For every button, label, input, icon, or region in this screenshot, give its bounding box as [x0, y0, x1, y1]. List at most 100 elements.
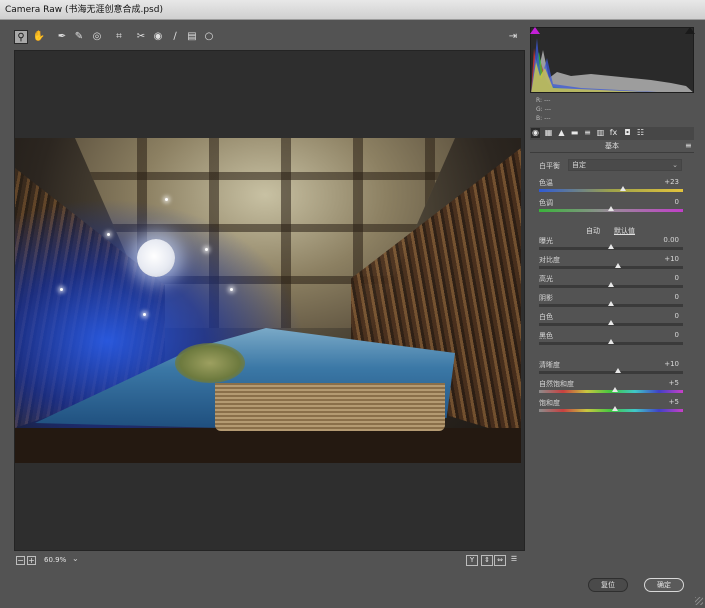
star-graphic: [107, 233, 110, 236]
slider-label: 清晰度: [539, 361, 560, 369]
whites-slider[interactable]: 白色 0: [539, 312, 683, 332]
open-preferences-icon[interactable]: ⇥: [506, 30, 520, 44]
radial-filter-tool-icon[interactable]: ○: [202, 30, 216, 44]
saturation-slider[interactable]: 饱和度 +5: [539, 398, 683, 418]
slider-value[interactable]: 0: [675, 331, 679, 339]
split-toning-tab-icon[interactable]: ≡: [583, 128, 592, 138]
slider-thumb[interactable]: [608, 244, 614, 249]
copy-settings-button[interactable]: ⇔: [494, 555, 506, 566]
preview-image: [15, 138, 521, 463]
red-eye-tool-icon[interactable]: ◉: [151, 30, 165, 44]
chevron-down-icon: ⌄: [672, 161, 678, 169]
zoom-level[interactable]: 60.9%: [44, 556, 66, 564]
before-after-toggle[interactable]: Y: [466, 555, 478, 566]
slider-thumb[interactable]: [608, 320, 614, 325]
g-value: ---: [544, 106, 552, 113]
star-graphic: [205, 248, 208, 251]
slider-thumb[interactable]: [608, 282, 614, 287]
slider-thumb[interactable]: [615, 263, 622, 268]
color-sampler-tool-icon[interactable]: ✎: [72, 30, 86, 44]
white-balance-tool-icon[interactable]: ✒: [55, 30, 69, 44]
detail-tab-icon[interactable]: ▲: [557, 128, 566, 138]
g-label: G:: [536, 106, 543, 113]
white-balance-value: 自定: [572, 161, 586, 169]
white-balance-select[interactable]: 自定 ⌄: [568, 159, 682, 171]
resize-grip[interactable]: [695, 597, 703, 605]
vibrance-slider[interactable]: 自然饱和度 +5: [539, 379, 683, 399]
b-value: ---: [544, 115, 551, 122]
book-pages-graphic: [215, 383, 445, 431]
blacks-slider[interactable]: 黑色 0: [539, 331, 683, 351]
slider-value[interactable]: 0: [675, 312, 679, 320]
slider-value[interactable]: +5: [669, 398, 679, 406]
contrast-slider[interactable]: 对比度 +10: [539, 255, 683, 275]
panel-tabs: ◉ ▦ ▲ ▬ ≡ ▥ fx ◘ ☷: [530, 127, 694, 140]
rgb-readout: R: --- G: --- B: ---: [536, 96, 551, 123]
spot-removal-tool-icon[interactable]: ✂: [134, 30, 148, 44]
slider-label: 黑色: [539, 332, 553, 340]
slider-track[interactable]: [539, 189, 683, 192]
slider-thumb[interactable]: [619, 186, 626, 191]
slider-label: 饱和度: [539, 399, 560, 407]
crop-tool-icon[interactable]: ⌗: [112, 30, 126, 44]
slider-value[interactable]: 0: [675, 274, 679, 282]
tint-slider[interactable]: 色调 0: [539, 198, 683, 218]
shadow-clipping-warning[interactable]: [530, 27, 540, 34]
slider-value[interactable]: +10: [664, 255, 679, 263]
exposure-slider[interactable]: 曝光 0.00: [539, 236, 683, 256]
slider-thumb[interactable]: [608, 301, 614, 306]
slider-label: 色温: [539, 179, 553, 187]
slider-track[interactable]: [539, 266, 683, 269]
window-title: Camera Raw (书海无涯创意合成.psd): [0, 0, 705, 20]
slider-value[interactable]: +10: [664, 360, 679, 368]
shadows-slider[interactable]: 阴影 0: [539, 293, 683, 313]
highlight-clipping-warning[interactable]: [685, 27, 695, 34]
auto-link[interactable]: 自动: [586, 226, 600, 236]
slider-thumb[interactable]: [611, 406, 618, 411]
slider-value[interactable]: +23: [664, 178, 679, 186]
tool-bar: ⚲ ✋ ✒ ✎ ◎ ⌗ ✂ ◉ ∕ ▤ ○ ⇥: [12, 28, 525, 48]
b-label: B:: [536, 115, 543, 122]
chevron-down-icon[interactable]: ⌄: [72, 554, 79, 563]
slider-thumb[interactable]: [608, 206, 614, 211]
table-graphic: [15, 428, 521, 463]
effects-tab-icon[interactable]: fx: [609, 128, 618, 138]
hsl-tab-icon[interactable]: ▬: [570, 128, 579, 138]
graduated-filter-tool-icon[interactable]: ▤: [185, 30, 199, 44]
star-graphic: [230, 288, 233, 291]
basic-tab-icon[interactable]: ◉: [531, 128, 540, 138]
white-balance-label: 白平衡: [539, 162, 560, 170]
histogram: [530, 27, 694, 93]
zoom-out-button[interactable]: −: [16, 556, 25, 565]
clarity-slider[interactable]: 清晰度 +10: [539, 360, 683, 380]
slider-track[interactable]: [539, 371, 683, 374]
slider-thumb[interactable]: [615, 368, 622, 373]
camera-calibration-tab-icon[interactable]: ◘: [623, 128, 632, 138]
presets-tab-icon[interactable]: ☷: [636, 128, 645, 138]
swap-settings-button[interactable]: ⇕: [481, 555, 493, 566]
ok-button[interactable]: 确定: [644, 578, 684, 592]
temperature-slider[interactable]: 色温 +23: [539, 178, 683, 198]
default-link[interactable]: 默认值: [614, 226, 635, 236]
zoom-tool-icon[interactable]: ⚲: [14, 30, 28, 44]
zoom-in-button[interactable]: +: [27, 556, 36, 565]
targeted-adjustment-tool-icon[interactable]: ◎: [90, 30, 104, 44]
slider-value[interactable]: +5: [669, 379, 679, 387]
adjustment-brush-tool-icon[interactable]: ∕: [168, 30, 182, 44]
highlights-slider[interactable]: 高光 0: [539, 274, 683, 294]
island-graphic: [175, 343, 245, 383]
reset-button[interactable]: 复位: [588, 578, 628, 592]
tone-curve-tab-icon[interactable]: ▦: [544, 128, 553, 138]
slider-label: 白色: [539, 313, 553, 321]
slider-value[interactable]: 0: [675, 293, 679, 301]
slider-thumb[interactable]: [608, 339, 614, 344]
panel-menu-icon[interactable]: ≡: [685, 141, 692, 150]
lens-corrections-tab-icon[interactable]: ▥: [596, 128, 605, 138]
hand-tool-icon[interactable]: ✋: [32, 30, 46, 44]
view-settings-icon[interactable]: ☰: [508, 555, 520, 566]
slider-value[interactable]: 0.00: [663, 236, 679, 244]
slider-label: 对比度: [539, 256, 560, 264]
slider-value[interactable]: 0: [675, 198, 679, 206]
slider-thumb[interactable]: [611, 387, 618, 392]
slider-label: 曝光: [539, 237, 553, 245]
